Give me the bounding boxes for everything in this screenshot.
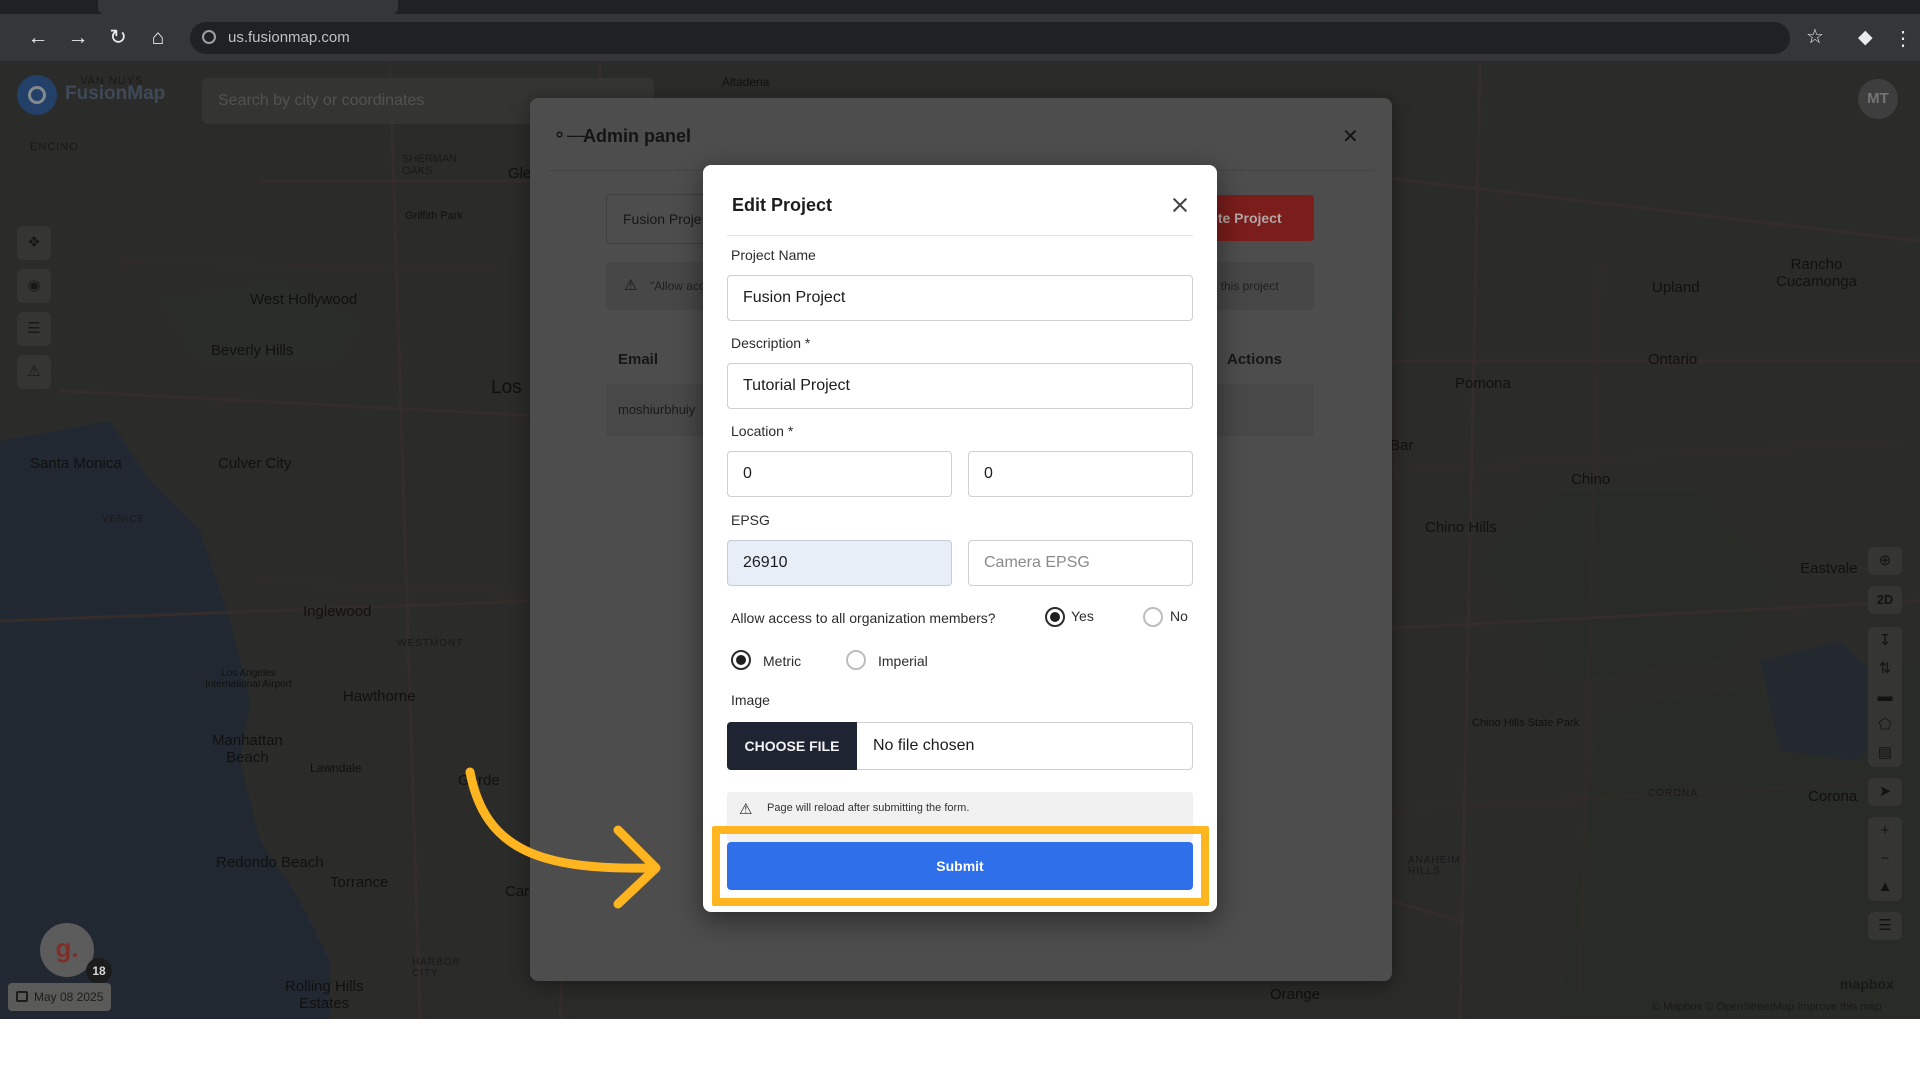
location-y-input[interactable] [969,452,1192,496]
project-select-value: Fusion Proje [623,211,702,227]
bookmark-star-icon[interactable]: ☆ [1806,24,1824,49]
units-metric-radio[interactable] [731,650,751,670]
epsg-label: EPSG [731,512,770,528]
location-x-input[interactable] [728,452,951,496]
description-input[interactable] [728,364,1192,408]
epsg-input[interactable] [728,541,951,585]
warning-icon: ⚠ [739,801,753,818]
units-imperial-radio[interactable] [846,650,866,670]
calendar-icon [16,991,28,1002]
project-name-label: Project Name [731,247,816,263]
date-chip-label: May 08 2025 [34,990,104,1004]
menu-icon[interactable]: ⋮ [1893,26,1913,51]
location-y-field[interactable] [968,451,1193,497]
location-x-field[interactable] [727,451,952,497]
column-header-email: Email [618,351,659,368]
project-name-field[interactable] [727,275,1193,321]
table-cell-email: moshiurbhuiy [618,402,696,417]
divider [727,235,1193,236]
browser-tab-strip [0,0,1920,14]
camera-epsg-field[interactable] [968,540,1193,586]
column-header-actions: Actions [1227,351,1283,368]
admin-close-icon[interactable]: ✕ [1342,124,1359,149]
allow-access-yes-label: Yes [1071,608,1094,624]
location-label: Location * [731,423,794,439]
site-info-icon[interactable] [202,30,216,44]
image-file-input[interactable]: CHOOSE FILE No file chosen [727,722,1193,770]
reload-icon[interactable]: ↻ [104,24,132,52]
submit-highlight-box [712,826,1209,906]
admin-alert-text: "Allow acc [650,279,705,293]
units-imperial-label: Imperial [878,653,928,669]
address-bar[interactable]: us.fusionmap.com [190,22,1790,54]
close-icon[interactable] [1166,191,1194,219]
extensions-icon[interactable]: ◆ [1858,26,1880,48]
key-icon: ⚬— [552,125,586,145]
allow-access-label: Allow access to all organization members… [731,610,996,626]
forward-icon[interactable]: → [64,24,92,52]
browser-tab[interactable] [98,0,398,14]
description-field[interactable] [727,363,1193,409]
camera-epsg-input[interactable] [969,541,1192,585]
date-chip[interactable]: May 08 2025 [8,983,111,1011]
dialog-title: Edit Project [732,195,833,215]
allow-access-no-label: No [1170,608,1188,624]
reload-alert-text: Page will reload after submitting the fo… [767,802,970,814]
image-label: Image [731,692,770,708]
allow-access-yes-radio[interactable] [1045,607,1065,627]
units-metric-label: Metric [763,653,802,669]
pointer-arrow-icon [465,767,661,909]
admin-panel-title: Admin panel [583,126,692,146]
address-bar-url: us.fusionmap.com [228,29,350,46]
notification-badge: 18 [86,958,112,984]
project-name-input[interactable] [728,276,1192,320]
warning-icon: ⚠ [624,277,638,294]
epsg-field[interactable] [727,540,952,586]
home-icon[interactable]: ⌂ [144,24,172,52]
browser-toolbar: ← → ↻ ⌂ us.fusionmap.com ☆ ◆ ⋮ [0,14,1920,61]
choose-file-button[interactable]: CHOOSE FILE [727,722,857,770]
edit-project-dialog: Edit Project Project Name Description * … [703,165,1217,912]
description-label: Description * [731,335,811,351]
back-icon[interactable]: ← [24,24,52,52]
allow-access-no-radio[interactable] [1143,607,1163,627]
file-status: No file chosen [873,737,975,754]
